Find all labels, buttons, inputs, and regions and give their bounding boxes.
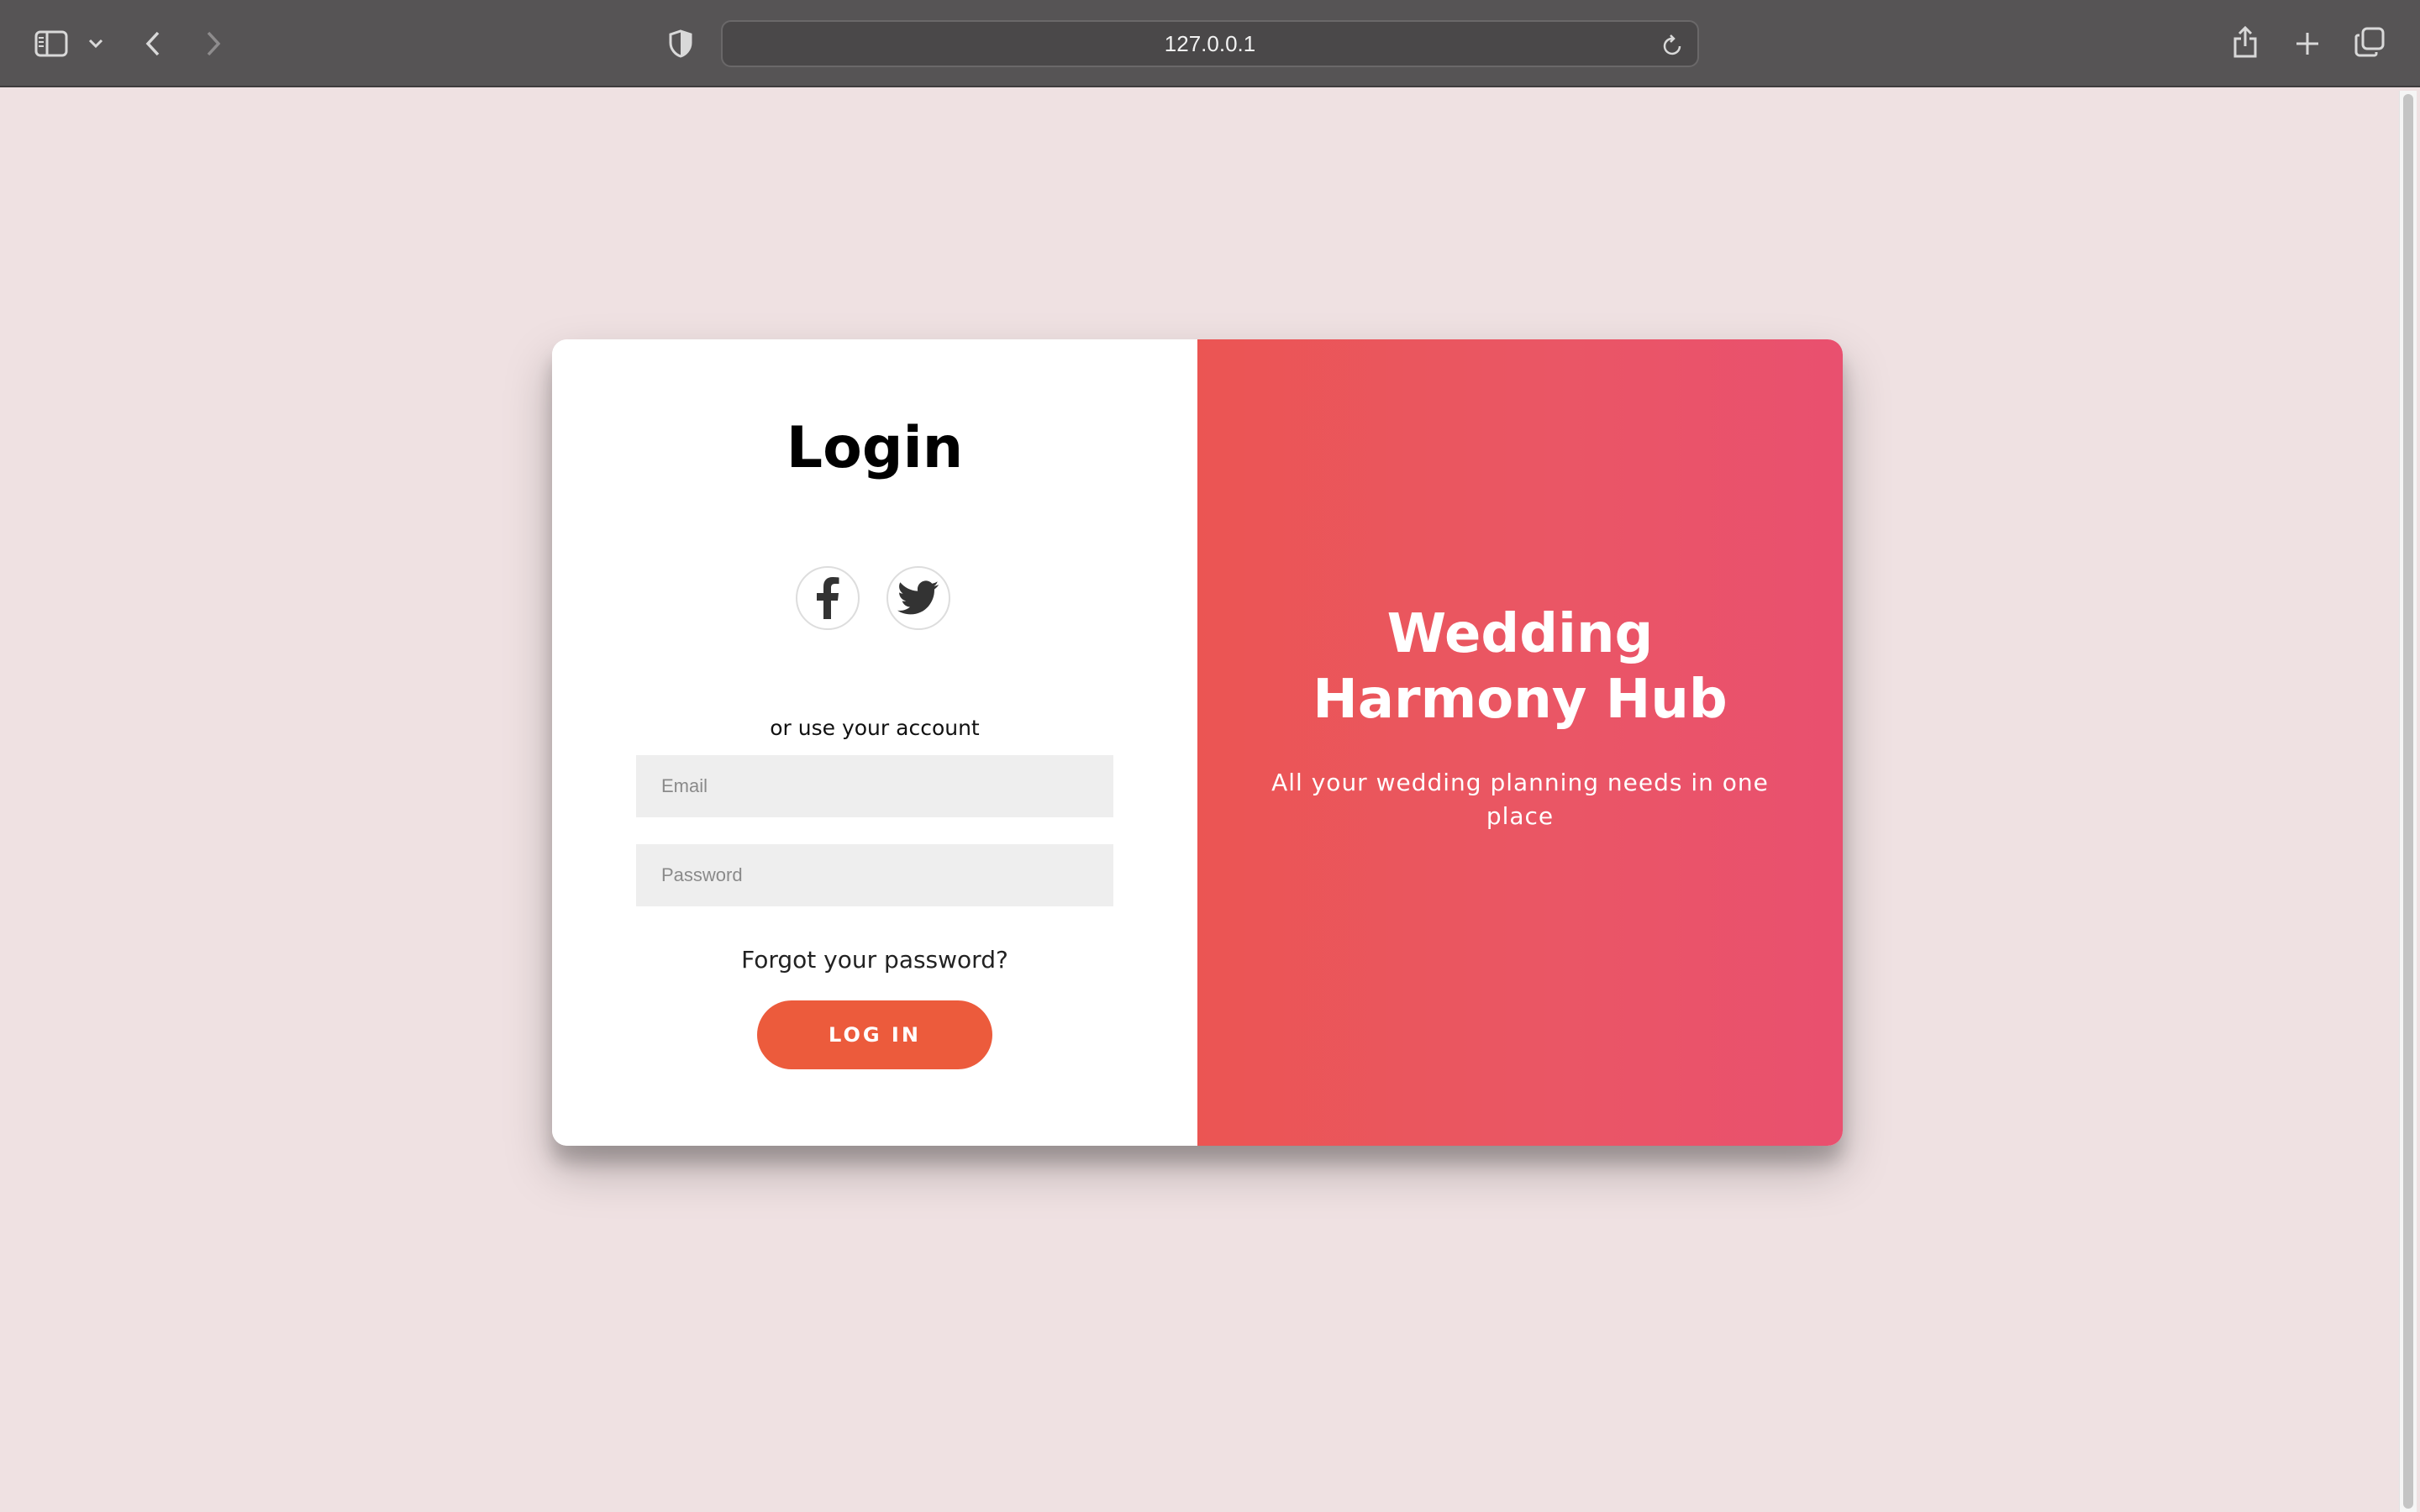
hero-title-line-2: Harmony Hub [1313,669,1728,731]
twitter-icon [897,580,939,615]
address-bar[interactable]: 127.0.0.1 [721,20,1699,67]
login-title: Login [786,415,964,481]
sidebar-icon[interactable] [34,27,69,60]
email-field[interactable] [636,755,1113,817]
scrollbar-thumb[interactable] [2403,94,2413,1509]
scrollbar[interactable] [2399,91,2417,1512]
hero-subtitle-line-1: All your wedding planning needs in one [1271,769,1769,796]
alt-login-text: or use your account [770,716,980,740]
forward-icon[interactable] [200,27,227,60]
twitter-button[interactable] [886,566,950,630]
login-panel: Login or use your account Forgot your pa… [552,339,1197,1146]
back-icon[interactable] [139,27,166,60]
reload-icon[interactable] [1662,34,1684,61]
url-text: 127.0.0.1 [1164,30,1256,56]
facebook-button[interactable] [796,566,860,630]
login-button[interactable]: LOG IN [757,1000,992,1069]
facebook-icon [817,577,839,619]
password-field[interactable] [636,844,1113,906]
chevron-down-icon[interactable] [86,34,106,54]
hero-title: Wedding Harmony Hub [1231,601,1809,732]
new-tab-icon[interactable] [2292,27,2323,60]
login-card: Login or use your account Forgot your pa… [552,339,1843,1146]
hero-panel: Wedding Harmony Hub All your wedding pla… [1197,339,1843,1146]
hero-subtitle-line-2: place [1486,802,1555,830]
share-icon[interactable] [2230,24,2260,60]
shield-icon[interactable] [666,27,696,60]
browser-toolbar: 127.0.0.1 [0,0,2420,87]
hero-subtitle: All your wedding planning needs in one p… [1256,766,1784,833]
forgot-password-link[interactable]: Forgot your password? [552,946,1197,974]
hero-title-line-1: Wedding [1386,603,1654,665]
tabs-overview-icon[interactable] [2353,25,2386,59]
